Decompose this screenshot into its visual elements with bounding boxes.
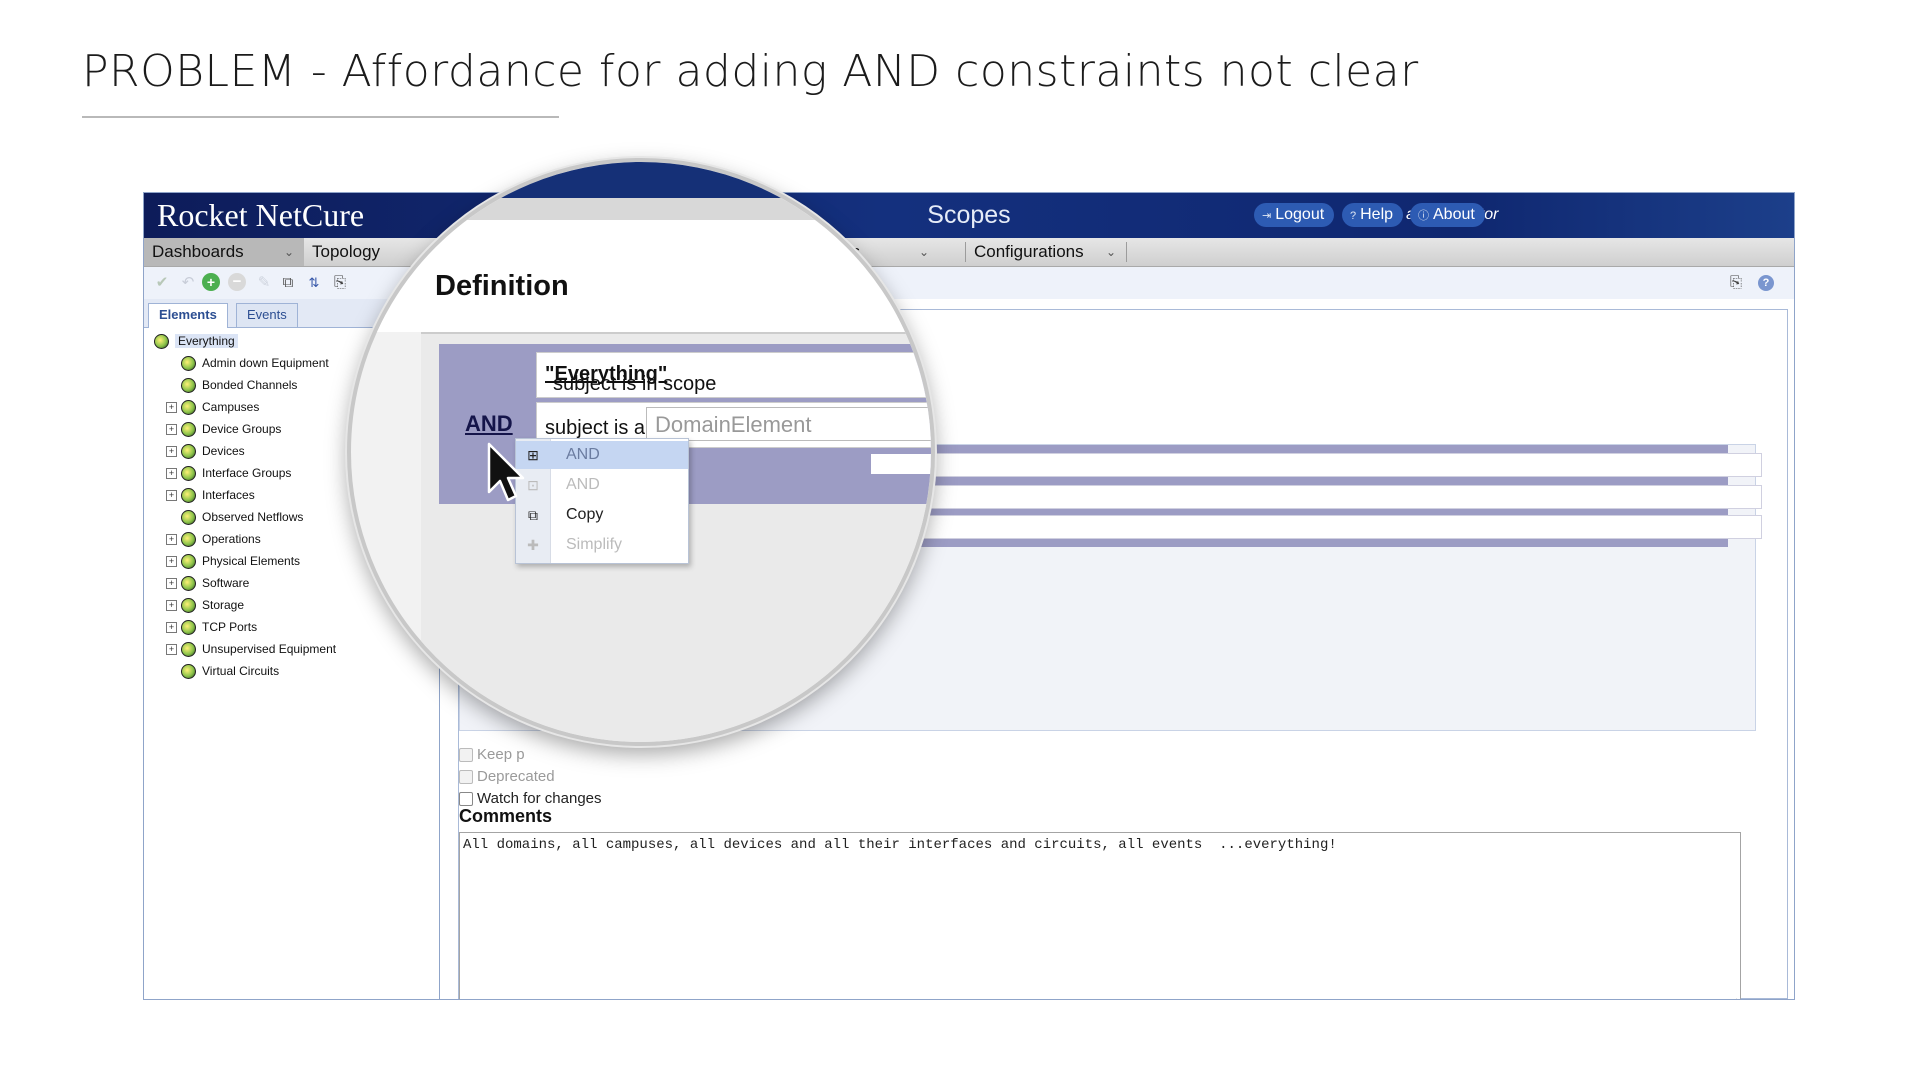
tree-item[interactable]: + Interfaces: [166, 485, 255, 505]
tree-item[interactable]: + Device Groups: [166, 419, 281, 439]
remove-icon[interactable]: −: [228, 273, 246, 291]
scope-constraint-row[interactable]: subject is in scope "Everything": [536, 352, 931, 398]
mouse-pointer-icon: [487, 442, 525, 502]
globe-icon: [181, 400, 196, 416]
help-button[interactable]: ? Help: [1342, 203, 1404, 227]
globe-icon: [181, 554, 196, 570]
checkbox-box[interactable]: [459, 792, 473, 807]
globe-icon: [181, 422, 196, 438]
chevron-down-icon: ⌄: [1105, 245, 1116, 259]
tree-item[interactable]: Admin down Equipment: [181, 353, 329, 373]
tree-item[interactable]: + Storage: [166, 595, 244, 615]
comments-label: Comments: [459, 806, 553, 826]
domain-element-input[interactable]: DomainElement: [646, 407, 931, 441]
add-icon[interactable]: +: [202, 273, 220, 291]
about-button[interactable]: ⓘ About: [1410, 203, 1485, 227]
expand-icon[interactable]: +: [166, 578, 177, 590]
expand-icon[interactable]: +: [166, 622, 177, 634]
tree-item[interactable]: + Physical Elements: [166, 551, 300, 571]
comments-textarea[interactable]: All domains, all campuses, all devices a…: [459, 832, 1741, 999]
help-icon: ?: [1350, 210, 1357, 222]
definition-heading: Definition: [435, 270, 569, 302]
tab-elements[interactable]: Elements: [148, 303, 228, 328]
options-checkboxes: Keep p Deprecated Watch for changes: [459, 744, 602, 810]
keep-checkbox[interactable]: Keep p: [459, 744, 602, 766]
globe-icon: [181, 620, 196, 636]
tree-item[interactable]: + TCP Ports: [166, 617, 257, 637]
expand-icon[interactable]: +: [166, 556, 177, 568]
title-underline: [82, 116, 559, 118]
globe-icon: [181, 510, 196, 526]
expand-icon[interactable]: +: [166, 534, 177, 546]
zoomed-row-edge: [871, 454, 931, 474]
simplify-icon: ✚: [527, 537, 539, 553]
expand-icon[interactable]: +: [166, 424, 177, 436]
globe-icon: [181, 642, 196, 658]
expand-icon[interactable]: +: [166, 644, 177, 656]
zoomed-menubar: [351, 198, 931, 220]
globe-icon: [181, 466, 196, 482]
tree-item[interactable]: + Campuses: [166, 397, 259, 417]
globe-icon: [181, 378, 196, 394]
zoomed-header: [351, 162, 931, 198]
edit-icon[interactable]: ✎: [254, 273, 274, 293]
tree-item[interactable]: + Interface Groups: [166, 463, 291, 483]
copy-icon[interactable]: ⧉: [278, 273, 298, 293]
context-add-and[interactable]: ⊞ AND: [516, 441, 688, 469]
logout-button[interactable]: ⇥ Logout: [1254, 203, 1335, 227]
globe-icon: [154, 334, 169, 350]
menu-dashboards[interactable]: Dashboards ⌄: [144, 238, 304, 266]
checkbox-box[interactable]: [459, 770, 473, 785]
chevron-down-icon: ⌄: [283, 245, 294, 259]
menu-configurations[interactable]: Configurations ⌄: [966, 238, 1126, 266]
magnifier-lens: Definition AND subject is in scope "Ever…: [347, 158, 935, 746]
menu-divider: [1126, 242, 1127, 262]
globe-icon: [181, 444, 196, 460]
check-icon[interactable]: ✔: [152, 273, 172, 293]
expand-icon[interactable]: +: [166, 490, 177, 502]
export-icon[interactable]: ⎘: [1726, 273, 1746, 293]
tree-item[interactable]: + Operations: [166, 529, 261, 549]
context-menu: ⊞ AND ⊡ AND ⧉ Copy ✚ Simplify: [515, 438, 689, 564]
context-and-disabled[interactable]: ⊡ AND: [516, 471, 688, 499]
context-simplify[interactable]: ✚ Simplify: [516, 531, 688, 559]
sort-icon[interactable]: ⇅: [304, 273, 324, 293]
globe-icon: [181, 488, 196, 504]
context-copy[interactable]: ⧉ Copy: [516, 501, 688, 529]
tree-item[interactable]: Virtual Circuits: [181, 661, 279, 681]
and-operator-link[interactable]: AND: [465, 411, 513, 437]
tree-item[interactable]: + Unsupervised Equipment: [166, 639, 336, 659]
checkbox-box[interactable]: [459, 748, 473, 763]
help-icon[interactable]: ?: [1758, 275, 1774, 291]
tree-item[interactable]: Bonded Channels: [181, 375, 297, 395]
globe-icon: [181, 598, 196, 614]
tree-item[interactable]: + Devices: [166, 441, 245, 461]
slide-title: PROBLEM - Affordance for adding AND cons…: [82, 46, 1419, 97]
resize-handle-icon[interactable]: ◢: [1731, 996, 1737, 999]
undo-icon[interactable]: ↶: [178, 273, 198, 293]
globe-icon: [181, 356, 196, 372]
tab-events[interactable]: Events: [236, 303, 298, 327]
expand-icon[interactable]: +: [166, 446, 177, 458]
globe-icon: [181, 664, 196, 680]
tree-item[interactable]: + Software: [166, 573, 249, 593]
deprecated-checkbox[interactable]: Deprecated: [459, 766, 602, 788]
globe-icon: [181, 532, 196, 548]
globe-icon: [181, 576, 196, 592]
tree-item[interactable]: Observed Netflows: [181, 507, 303, 527]
expand-icon[interactable]: +: [166, 468, 177, 480]
expand-icon[interactable]: +: [166, 402, 177, 414]
export-icon[interactable]: ⎘: [330, 273, 350, 293]
info-icon: ⓘ: [1418, 210, 1429, 222]
expand-icon[interactable]: +: [166, 600, 177, 612]
tree-item[interactable]: Everything: [154, 331, 238, 351]
logout-icon: ⇥: [1262, 210, 1272, 222]
